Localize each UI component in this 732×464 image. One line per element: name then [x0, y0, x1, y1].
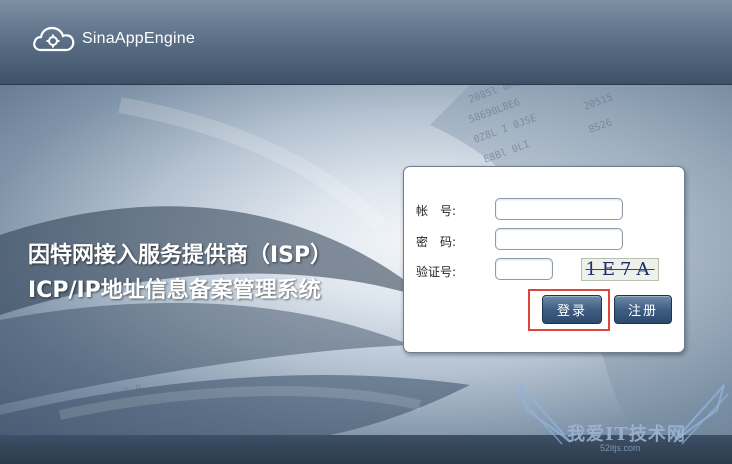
system-title-line1: 因特网接入服务提供商（ISP） — [28, 243, 333, 268]
account-input[interactable] — [495, 198, 623, 220]
captcha-image[interactable]: 1E7A — [581, 258, 659, 281]
captcha-label: 验证号: — [416, 265, 457, 279]
register-button[interactable]: 注册 — [614, 295, 672, 324]
login-panel: 帐 号: 密 码: 验证号: 1E7A 登录 注册 — [403, 166, 685, 353]
account-label: 帐 号: — [416, 204, 457, 218]
password-input[interactable] — [495, 228, 623, 250]
brand-logo[interactable]: SinaAppEngine — [32, 22, 195, 56]
captcha-text: 1E7A — [585, 259, 655, 280]
header-bar: SinaAppEngine — [0, 0, 732, 85]
login-button[interactable]: 登录 — [542, 295, 602, 324]
system-title-line2: ICP/IP地址信息备案管理系统 — [28, 278, 321, 303]
watermark-url: 52itjs.com — [600, 443, 641, 453]
cloud-gear-icon — [32, 25, 76, 53]
brand-name: SinaAppEngine — [82, 30, 195, 47]
captcha-input[interactable] — [495, 258, 553, 280]
password-label: 密 码: — [416, 235, 457, 249]
